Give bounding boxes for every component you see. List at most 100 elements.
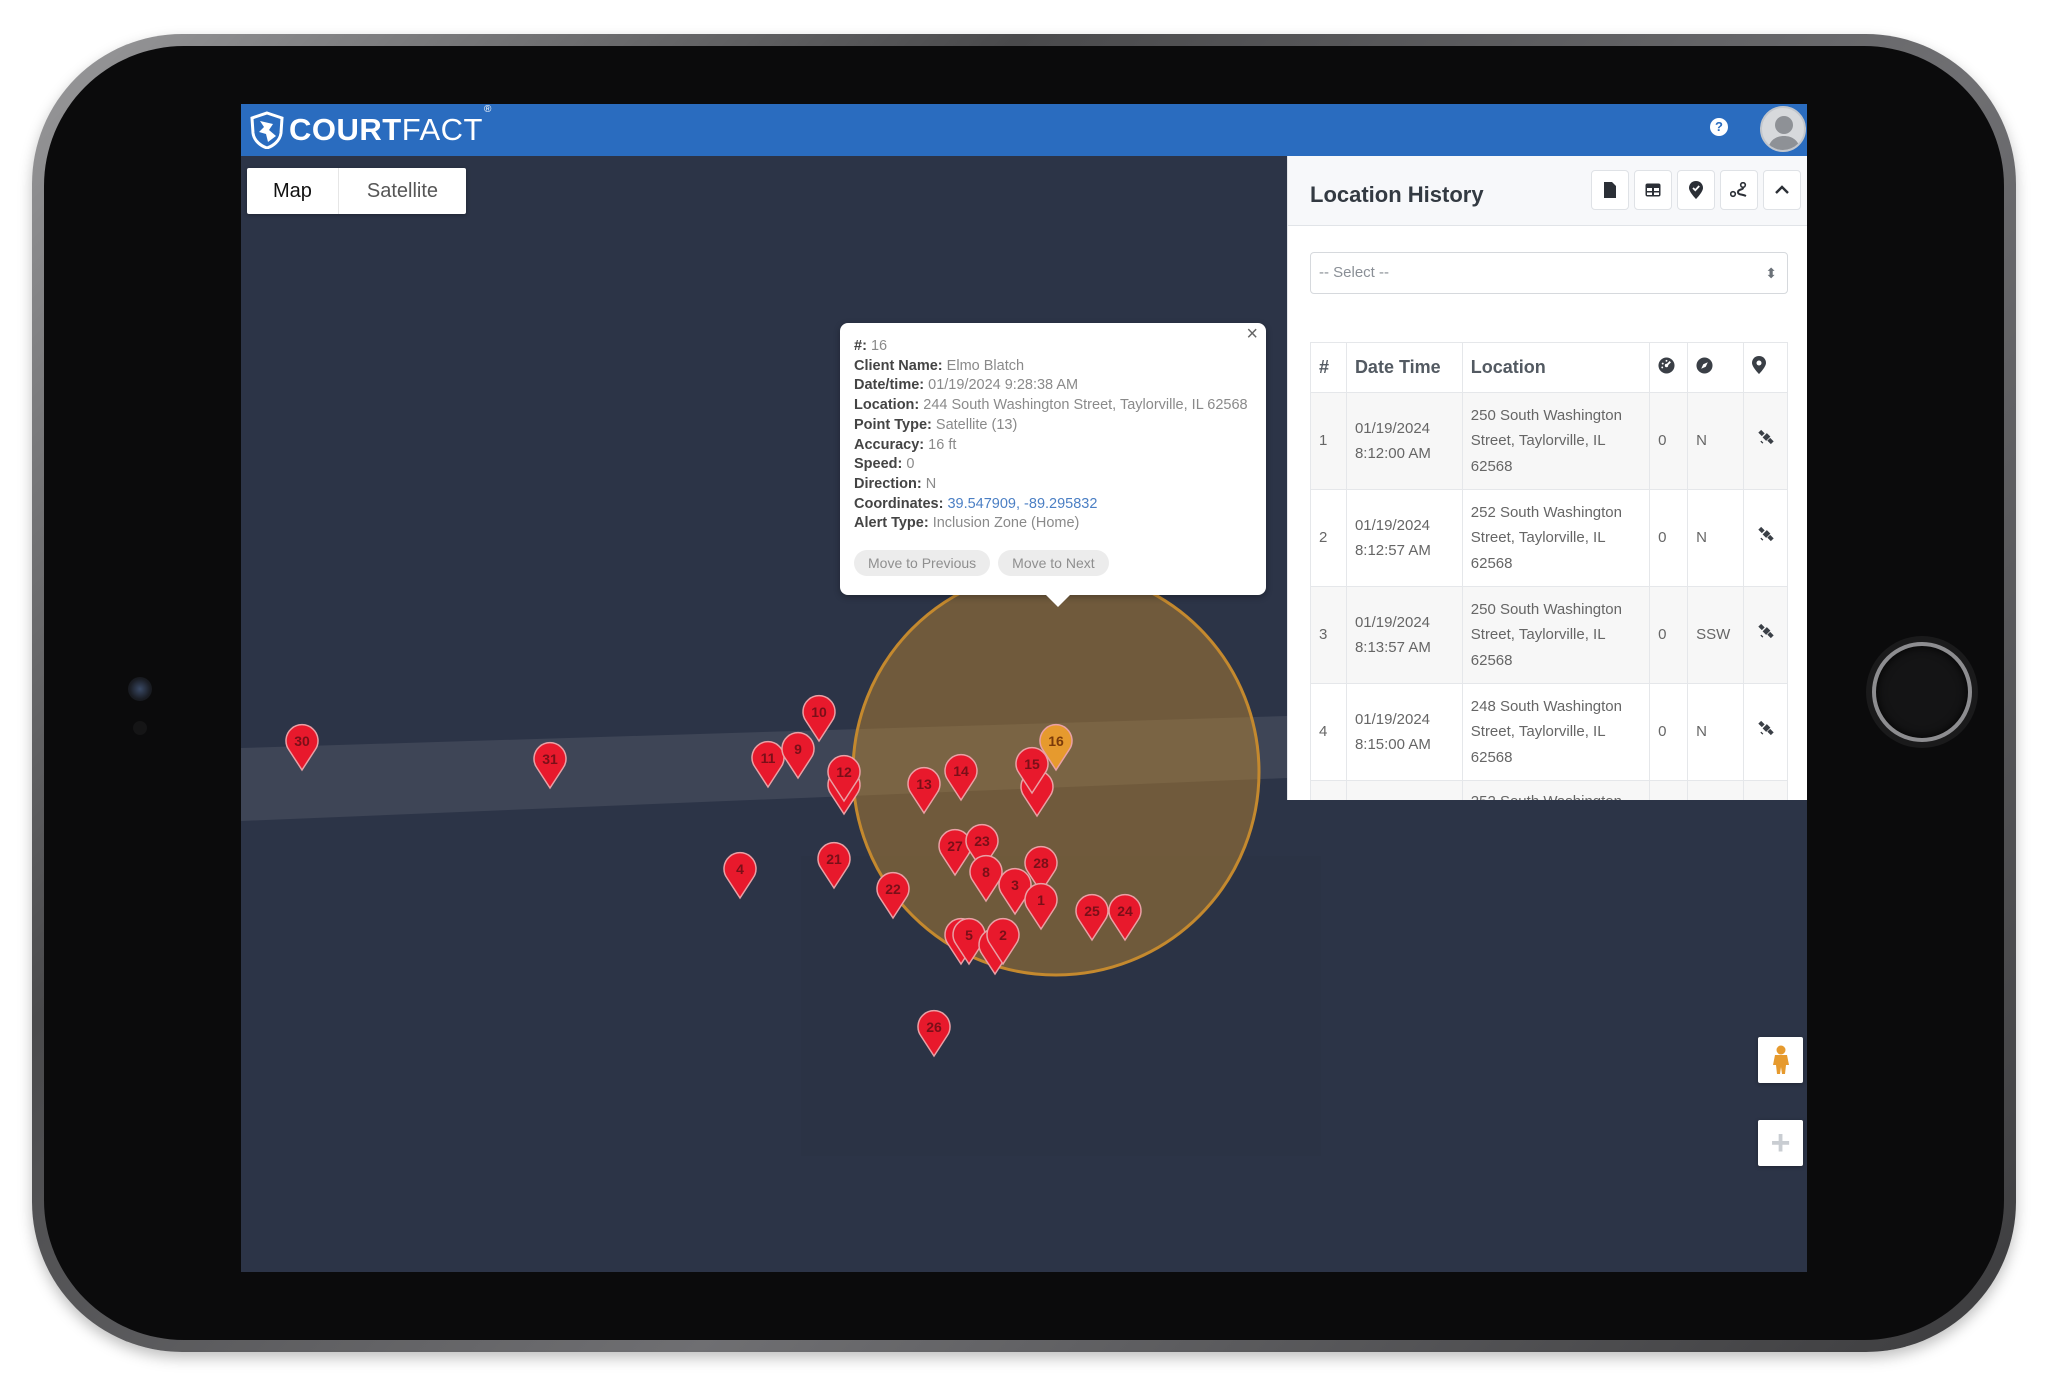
document-icon bbox=[1604, 182, 1616, 198]
column-date-time[interactable]: Date Time bbox=[1345, 342, 1463, 393]
location-history-panel: Location History -- Select -- ⬍ # Date T… bbox=[1287, 156, 1807, 800]
info-field: Alert Type: Inclusion Zone (Home) bbox=[854, 514, 1252, 534]
info-field-value: 16 ft bbox=[928, 436, 957, 453]
table-row[interactable]: 2 01/19/2024 8:12:57 AM 252 South Washingto… bbox=[1310, 489, 1788, 587]
column-location[interactable]: Location bbox=[1461, 342, 1651, 393]
chevron-up-icon bbox=[1775, 185, 1789, 194]
cell-speed: 0 bbox=[1649, 683, 1689, 781]
cell-location: 252 South Washington bbox=[1461, 780, 1651, 800]
map-marker-label: 30 bbox=[294, 733, 310, 749]
cell-location: 252 South Washington Street, Taylorville… bbox=[1461, 489, 1651, 587]
info-field-label: #: bbox=[854, 338, 867, 354]
info-fields: #: 16 Client Name: Elmo Blatch Date/time: … bbox=[854, 337, 1252, 534]
panel-toolbar bbox=[1591, 170, 1801, 210]
table-row[interactable]: 3 01/19/2024 8:13:57 AM 250 South Washingto… bbox=[1310, 586, 1788, 684]
column-direction[interactable] bbox=[1687, 342, 1745, 393]
cell-date: 01/19/2024 bbox=[1354, 613, 1431, 631]
info-field: #: 16 bbox=[854, 337, 1252, 357]
cell-speed: 0 bbox=[1649, 586, 1689, 684]
cell-time: 8:15:00 AM bbox=[1354, 736, 1431, 753]
map-marker-label: 22 bbox=[885, 881, 901, 897]
chevron-up-down-icon: ⬍ bbox=[1765, 265, 1777, 281]
info-field-label: Date/time: bbox=[854, 377, 925, 394]
map-marker-label: 4 bbox=[736, 861, 744, 877]
info-field-value: 244 South Washington Street, Taylorville… bbox=[923, 397, 1248, 414]
info-window-pointer bbox=[1046, 595, 1070, 607]
cell-speed: 0 bbox=[1649, 489, 1689, 587]
map-type-control: Map Satellite bbox=[247, 168, 467, 214]
cell-direction: N bbox=[1687, 489, 1745, 587]
cell-date-time: 01/19/2024 8:12:57 AM bbox=[1345, 489, 1463, 587]
info-field: Point Type: Satellite (13) bbox=[854, 416, 1252, 436]
info-field: Direction: N bbox=[854, 475, 1252, 495]
map-marker-label: 11 bbox=[761, 750, 776, 766]
map-pin-icon bbox=[1752, 356, 1767, 374]
info-field: Location: 244 South Washington Street, T… bbox=[854, 396, 1252, 416]
cell-location: 250 South Washington Street, Taylorville… bbox=[1461, 392, 1651, 490]
map-type-satellite-button[interactable]: Satellite bbox=[339, 168, 466, 214]
cell-direction bbox=[1687, 780, 1745, 800]
home-button[interactable] bbox=[1872, 642, 1972, 742]
cell-date: 01/19/2024 bbox=[1354, 516, 1431, 534]
map-marker-label: 16 bbox=[1048, 733, 1064, 749]
info-field: Client Name: Elmo Blatch bbox=[854, 357, 1252, 377]
close-icon[interactable]: × bbox=[1246, 324, 1258, 345]
map-type-map-button[interactable]: Map bbox=[247, 168, 339, 214]
info-field-value: Elmo Blatch bbox=[946, 357, 1025, 374]
courtfact-logo[interactable]: COURTFACT® bbox=[249, 104, 492, 150]
info-field-value: 16 bbox=[870, 338, 888, 354]
location-info-window: × #: 16 Client Name: Elmo Blatch Date/time… bbox=[840, 323, 1266, 607]
map-marker-label: 8 bbox=[982, 864, 990, 880]
record-select-dropdown[interactable]: -- Select -- ⬍ bbox=[1310, 252, 1788, 294]
info-field-label: Accuracy: bbox=[854, 436, 925, 453]
front-camera bbox=[128, 677, 152, 701]
move-to-next-button[interactable]: Move to Next bbox=[998, 550, 1109, 576]
street-view-pegman[interactable] bbox=[1758, 1037, 1803, 1083]
speed-icon bbox=[1658, 356, 1675, 374]
info-field: Speed: 0 bbox=[854, 455, 1252, 475]
map-marker-label: 12 bbox=[836, 764, 852, 780]
map-marker-label: 25 bbox=[1084, 903, 1100, 919]
export-document-button[interactable] bbox=[1591, 170, 1629, 210]
cell-number bbox=[1310, 780, 1347, 800]
map-pin-check-button[interactable] bbox=[1677, 170, 1715, 210]
info-field-label: Speed: bbox=[854, 456, 903, 473]
table-icon bbox=[1645, 183, 1661, 197]
cell-direction: SSW bbox=[1687, 586, 1745, 684]
table-row[interactable]: 4 01/19/2024 8:15:00 AM 248 South Washingto… bbox=[1310, 683, 1788, 781]
table-row[interactable]: 252 South Washington bbox=[1310, 780, 1788, 800]
move-to-previous-button[interactable]: Move to Previous bbox=[854, 550, 991, 576]
coordinates-link[interactable]: 39.547909, -89.295832 bbox=[947, 496, 1097, 512]
info-field-label: Coordinates: bbox=[854, 495, 944, 512]
info-field-value: N bbox=[925, 475, 937, 492]
info-field-label: Client Name: bbox=[854, 357, 943, 374]
map-marker-label: 27 bbox=[947, 838, 963, 854]
table-row[interactable]: 1 01/19/2024 8:12:00 AM 250 South Washingto… bbox=[1310, 392, 1788, 490]
cell-date: 01/19/2024 bbox=[1354, 710, 1431, 728]
column-point-type[interactable] bbox=[1743, 342, 1788, 393]
collapse-panel-button[interactable] bbox=[1763, 170, 1801, 210]
info-field-label: Location: bbox=[854, 397, 920, 414]
help-icon[interactable]: ? bbox=[1710, 118, 1728, 136]
cell-date-time: 01/19/2024 8:15:00 AM bbox=[1345, 683, 1463, 781]
cell-point-type bbox=[1743, 586, 1788, 684]
cell-date-time: 01/19/2024 8:13:57 AM bbox=[1345, 586, 1463, 684]
map-marker-label: 10 bbox=[811, 704, 827, 720]
cell-date-time: 01/19/2024 8:12:00 AM bbox=[1345, 392, 1463, 490]
column-number[interactable]: # bbox=[1310, 342, 1347, 393]
info-field-label: Point Type: bbox=[854, 416, 932, 433]
select-placeholder: -- Select -- bbox=[1319, 264, 1390, 281]
map-marker-label: 24 bbox=[1117, 903, 1133, 919]
cell-number: 1 bbox=[1310, 392, 1347, 490]
location-history-table: # Date Time Location 1 01/19/2024 8:12:00 … bbox=[1310, 342, 1788, 800]
route-button[interactable] bbox=[1720, 170, 1758, 210]
column-speed[interactable] bbox=[1649, 342, 1689, 393]
user-avatar[interactable] bbox=[1760, 106, 1806, 152]
zoom-in-button[interactable]: + bbox=[1758, 1120, 1803, 1166]
map-marker-label: 31 bbox=[542, 751, 558, 767]
table-view-button[interactable] bbox=[1634, 170, 1672, 210]
map-marker-label: 13 bbox=[916, 776, 932, 792]
satellite-icon bbox=[1757, 527, 1774, 542]
cell-location: 250 South Washington Street, Taylorville… bbox=[1461, 586, 1651, 684]
map-pin-check-icon bbox=[1689, 181, 1703, 199]
